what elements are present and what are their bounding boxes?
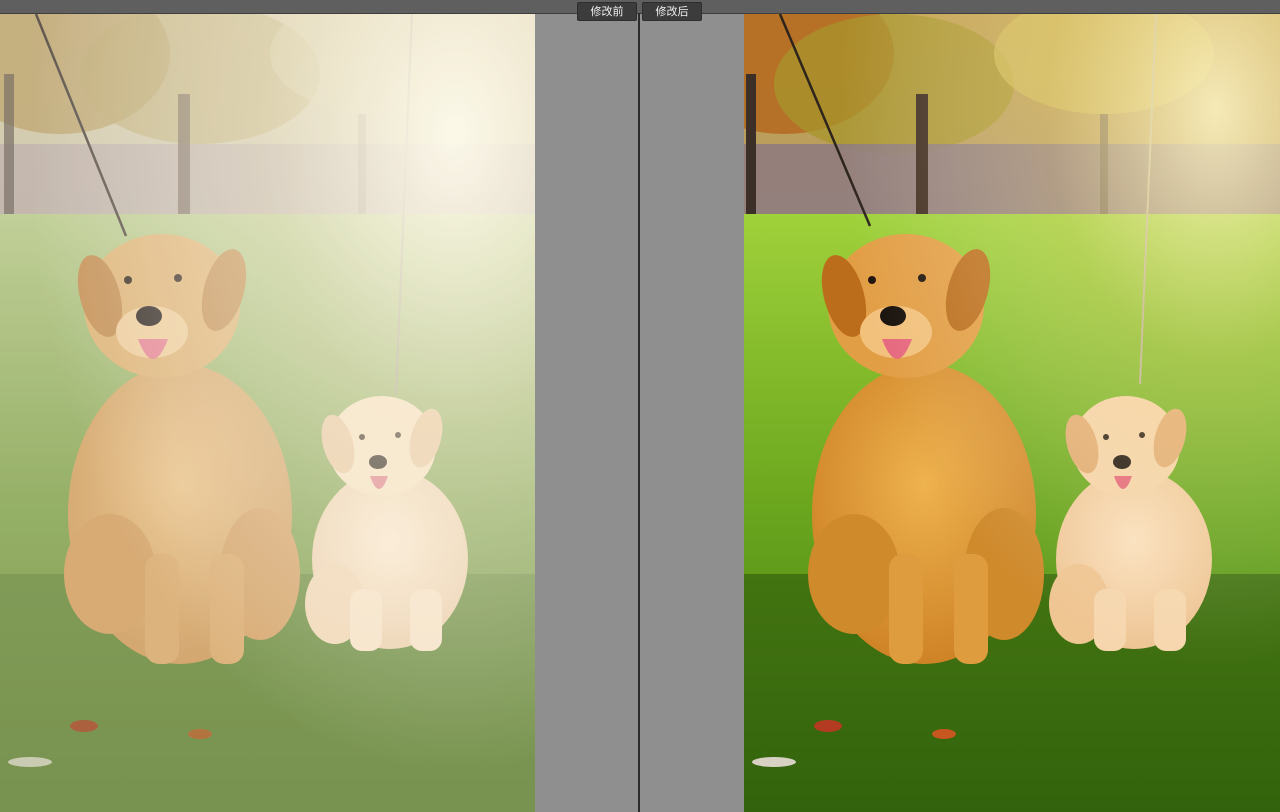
after-photo (744, 14, 1280, 812)
center-divider (638, 13, 640, 812)
after-view-tab[interactable]: 修改后 (643, 3, 701, 20)
before-photo-image (0, 14, 535, 812)
after-photo-image (744, 14, 1280, 812)
before-photo (0, 14, 535, 812)
after-view-label: 修改后 (655, 5, 689, 18)
comparison-toolbar (0, 0, 1280, 14)
before-view-tab[interactable]: 修改前 (578, 3, 636, 20)
before-view-label: 修改前 (590, 5, 624, 18)
